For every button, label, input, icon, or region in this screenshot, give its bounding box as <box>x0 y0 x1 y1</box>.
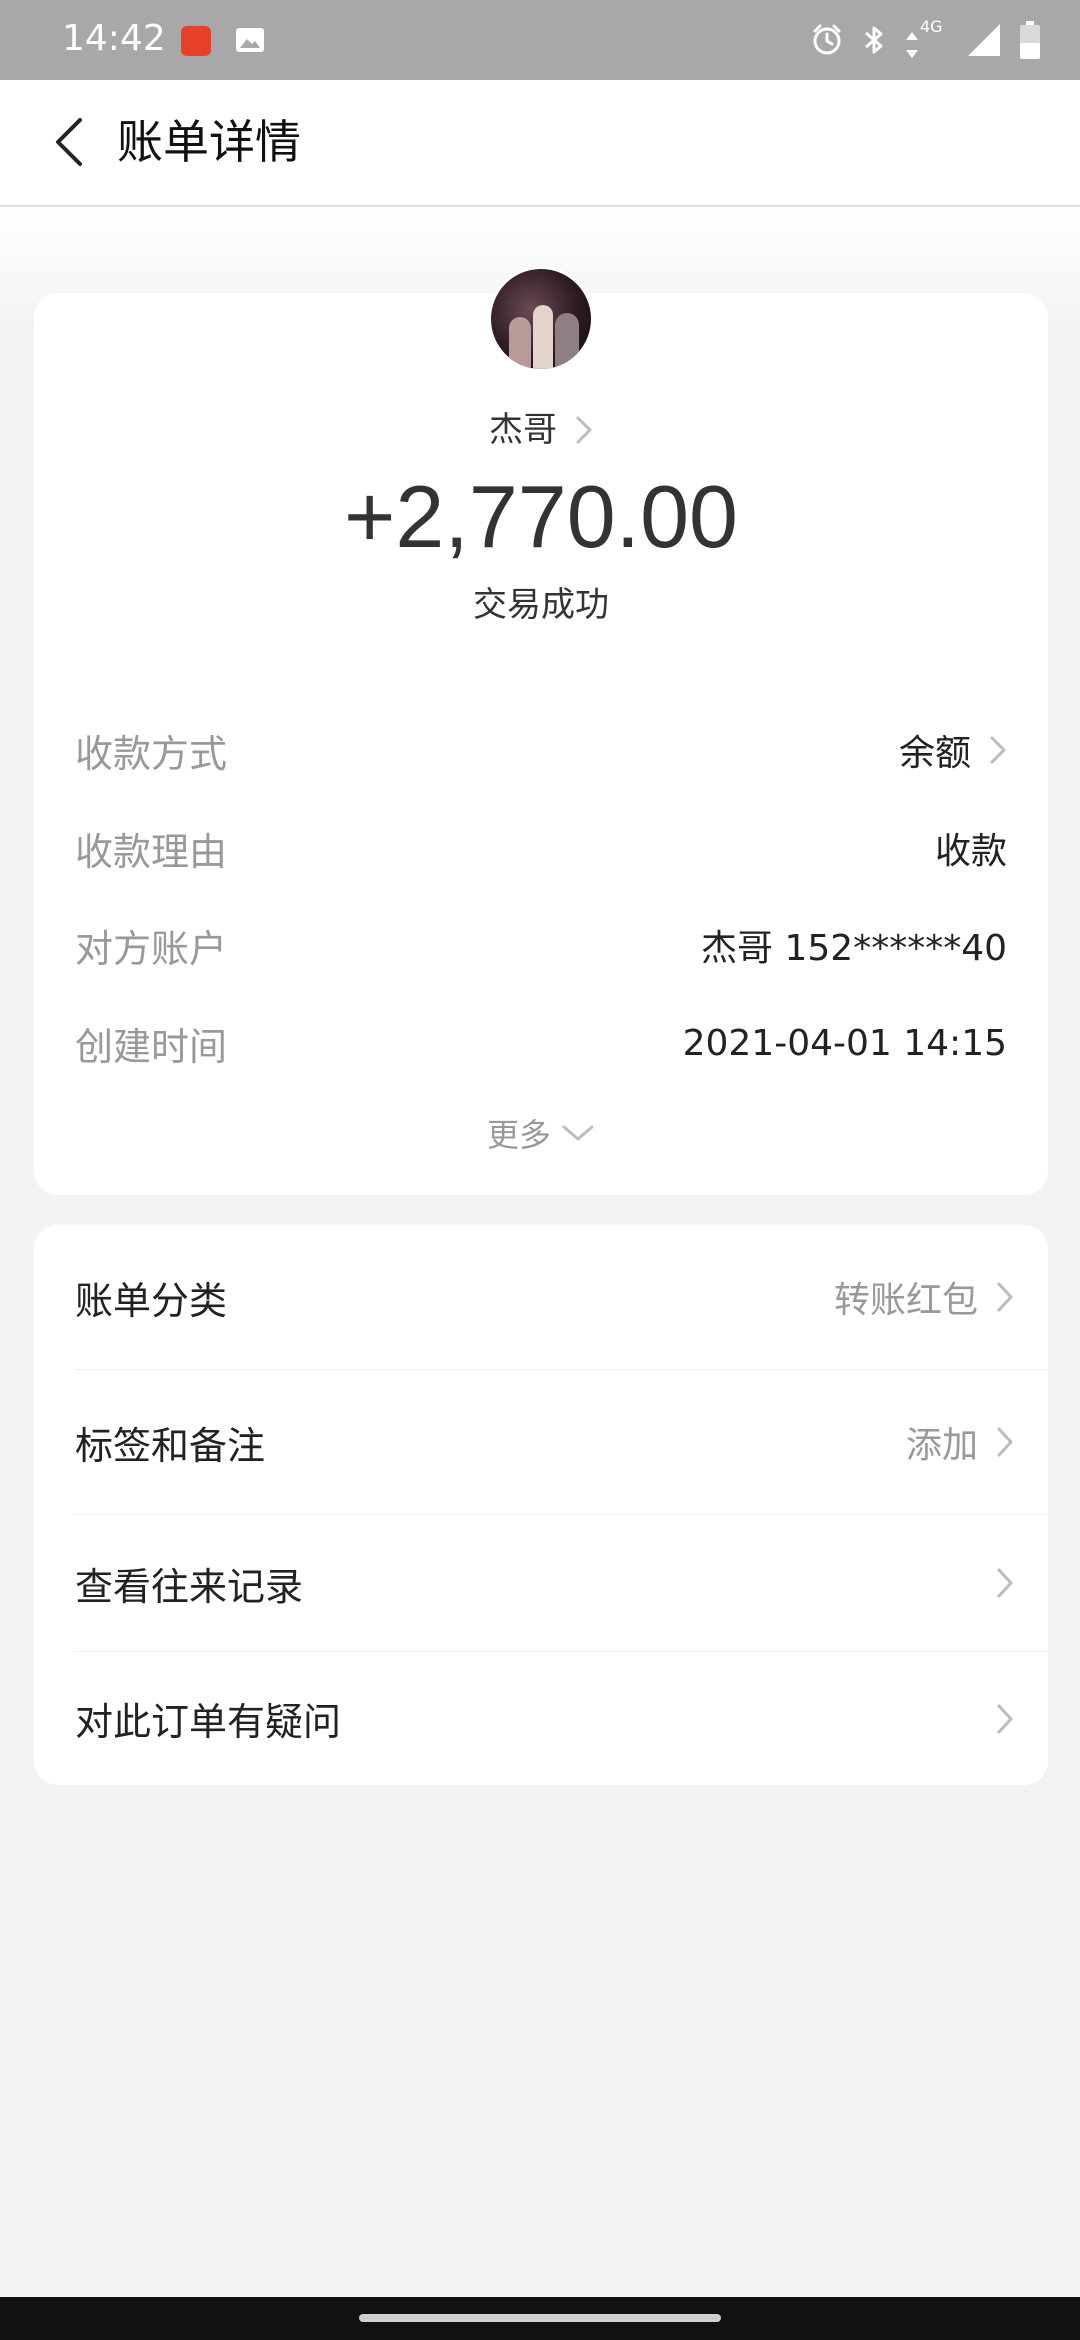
detail-value: 余额 <box>899 724 1007 776</box>
detail-row-reason: 收款理由 收款 <box>75 818 1007 878</box>
chevron-down-icon <box>562 1125 594 1141</box>
status-icons: 4G <box>810 18 1040 62</box>
chevron-right-icon <box>997 1427 1013 1457</box>
detail-label: 收款理由 <box>75 829 228 874</box>
battery-icon <box>1020 21 1040 59</box>
bill-actions-card: 账单分类 转账红包 标签和备注 添加 查看往来记录 对此订单有疑问 <box>34 1225 1048 1785</box>
detail-label: 对方账户 <box>75 926 228 971</box>
list-item-tags-notes[interactable]: 标签和备注 添加 <box>34 1370 1048 1514</box>
detail-label: 收款方式 <box>75 731 228 776</box>
more-button[interactable]: 更多 <box>34 1110 1048 1156</box>
navigation-bar <box>0 2297 1080 2340</box>
alarm-icon <box>810 23 844 57</box>
network-label: 4G <box>920 17 943 36</box>
list-item-label: 账单分类 <box>75 1278 228 1323</box>
status-bar: 14:42 4G <box>0 0 1080 80</box>
page-title: 账单详情 <box>117 115 301 169</box>
list-item-value: 添加 <box>905 1425 978 1466</box>
status-time: 14:42 <box>62 18 166 59</box>
app-icon <box>181 26 211 56</box>
list-item-right <box>996 1703 1014 1735</box>
detail-row-payment-method[interactable]: 收款方式 余额 <box>75 720 1007 780</box>
detail-row-account: 对方账户 杰哥 152******40 <box>75 915 1007 975</box>
detail-value: 收款 <box>934 831 1007 872</box>
bluetooth-icon <box>862 23 886 57</box>
header: 账单详情 <box>0 80 1080 207</box>
list-item-label: 标签和备注 <box>75 1423 266 1468</box>
list-item-order-question[interactable]: 对此订单有疑问 <box>34 1652 1048 1785</box>
list-item-right: 转账红包 <box>834 1271 1014 1323</box>
list-item-right <box>996 1567 1014 1599</box>
chevron-right-icon <box>990 736 1006 764</box>
detail-value-text: 余额 <box>898 733 971 774</box>
data-arrows-icon: 4G <box>904 17 948 60</box>
list-item-label: 对此订单有疑问 <box>75 1700 342 1744</box>
list-item-category[interactable]: 账单分类 转账红包 <box>34 1225 1048 1369</box>
image-icon <box>235 25 265 55</box>
chevron-left-icon <box>56 118 82 166</box>
payee-name[interactable]: 杰哥 <box>489 405 557 455</box>
detail-row-created-time: 创建时间 2021-04-01 14:15 <box>75 1013 1007 1073</box>
chevron-right-icon <box>997 1568 1013 1598</box>
transaction-amount: +2,770.00 <box>344 467 738 566</box>
list-item-right: 添加 <box>906 1416 1014 1468</box>
list-item-history[interactable]: 查看往来记录 <box>34 1515 1048 1651</box>
detail-value: 2021-04-01 14:15 <box>682 1022 1007 1064</box>
home-indicator[interactable] <box>359 2314 721 2322</box>
signal-icon <box>966 22 1002 58</box>
list-item-value: 转账红包 <box>833 1280 978 1321</box>
more-label: 更多 <box>486 1116 551 1154</box>
payee-row[interactable]: 杰哥 <box>34 405 1048 455</box>
chevron-right-icon <box>997 1282 1013 1312</box>
avatar[interactable] <box>488 266 594 372</box>
transaction-status: 交易成功 <box>473 585 609 625</box>
back-button[interactable] <box>30 102 110 182</box>
chevron-right-icon <box>997 1704 1013 1733</box>
detail-value: 杰哥 152******40 <box>701 928 1007 969</box>
chevron-right-icon <box>576 416 592 444</box>
list-item-label: 查看往来记录 <box>75 1564 304 1609</box>
detail-label: 创建时间 <box>75 1024 228 1069</box>
